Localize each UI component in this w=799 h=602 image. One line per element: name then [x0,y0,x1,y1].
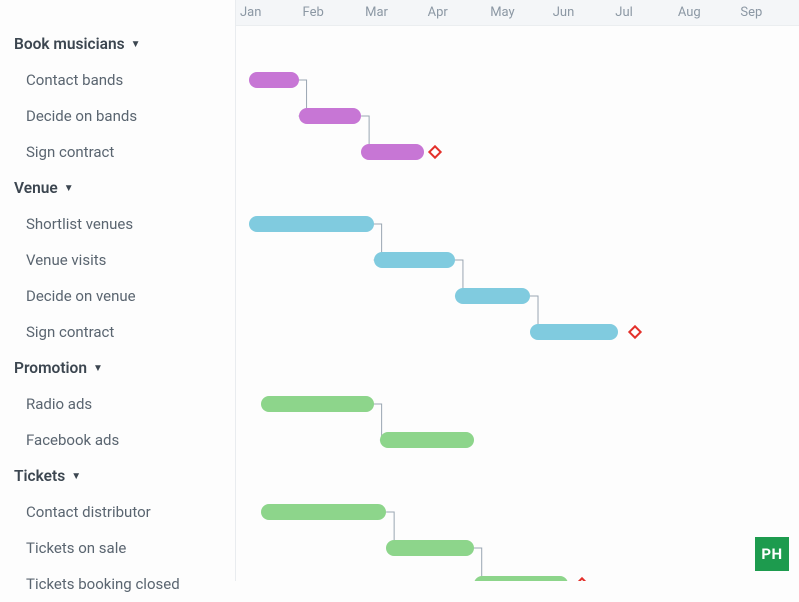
month-label: Jan [236,0,299,25]
caret-down-icon: ▼ [71,471,81,482]
group-label: Book musicians [14,35,125,53]
month-label: Mar [361,0,424,25]
task-label[interactable]: Contact bands [14,62,221,98]
task-label[interactable]: Decide on bands [14,98,221,134]
milestone-icon[interactable] [628,325,642,339]
month-label: Sep [736,0,799,25]
gantt-bar[interactable] [249,72,299,88]
gantt-bar[interactable] [386,540,474,556]
group-label: Tickets [14,467,65,485]
task-group-header[interactable]: Promotion ▼ [14,350,221,386]
gantt-chart: Book musicians ▼ Contact bandsDecide on ba… [0,0,799,581]
gantt-main: JanFebMarAprMayJunJulAugSep [236,0,799,581]
task-group-header[interactable]: Venue ▼ [14,170,221,206]
month-label: Jun [549,0,612,25]
task-group-header[interactable]: Book musicians ▼ [14,26,221,62]
month-label: Jul [611,0,674,25]
task-label[interactable]: Venue visits [14,242,221,278]
task-label[interactable]: Sign contract [14,134,221,170]
gantt-bar[interactable] [299,108,362,124]
group-label: Venue [14,179,58,197]
gantt-bar[interactable] [455,288,530,304]
task-label[interactable]: Tickets booking closed [14,566,221,602]
gantt-rows [236,26,799,581]
task-label[interactable]: Tickets on sale [14,530,221,566]
task-group-header[interactable]: Tickets ▼ [14,458,221,494]
month-label: May [486,0,549,25]
gantt-row [236,530,799,566]
task-label[interactable]: Radio ads [14,386,221,422]
task-label[interactable]: Sign contract [14,314,221,350]
gantt-row [236,134,799,170]
group-header-row [236,170,799,206]
task-sidebar: Book musicians ▼ Contact bandsDecide on ba… [0,0,236,581]
group-header-row [236,350,799,386]
gantt-bar[interactable] [361,144,424,160]
month-label: Aug [674,0,737,25]
gantt-row [236,62,799,98]
gantt-bar[interactable] [474,576,568,581]
badge-label: PH [761,545,782,563]
gantt-bar[interactable] [380,432,474,448]
caret-down-icon: ▼ [131,39,141,50]
time-axis: JanFebMarAprMayJunJulAugSep [236,0,799,26]
task-label[interactable]: Decide on venue [14,278,221,314]
gantt-row [236,386,799,422]
gantt-row [236,314,799,350]
gantt-bar[interactable] [530,324,618,340]
month-label: Feb [299,0,362,25]
ph-badge[interactable]: PH [755,537,789,571]
gantt-bar[interactable] [261,504,386,520]
task-label[interactable]: Facebook ads [14,422,221,458]
gantt-row [236,242,799,278]
milestone-icon[interactable] [575,577,589,581]
month-label: Apr [424,0,487,25]
gantt-bar[interactable] [249,216,374,232]
caret-down-icon: ▼ [64,183,74,194]
gantt-row [236,566,799,581]
gantt-row [236,494,799,530]
group-header-row [236,458,799,494]
caret-down-icon: ▼ [93,363,103,374]
task-label[interactable]: Contact distributor [14,494,221,530]
gantt-row [236,278,799,314]
task-label[interactable]: Shortlist venues [14,206,221,242]
group-header-row [236,26,799,62]
gantt-bar[interactable] [374,252,455,268]
milestone-icon[interactable] [428,145,442,159]
gantt-bar[interactable] [261,396,374,412]
gantt-row [236,422,799,458]
gantt-row [236,98,799,134]
group-label: Promotion [14,359,87,377]
gantt-row [236,206,799,242]
